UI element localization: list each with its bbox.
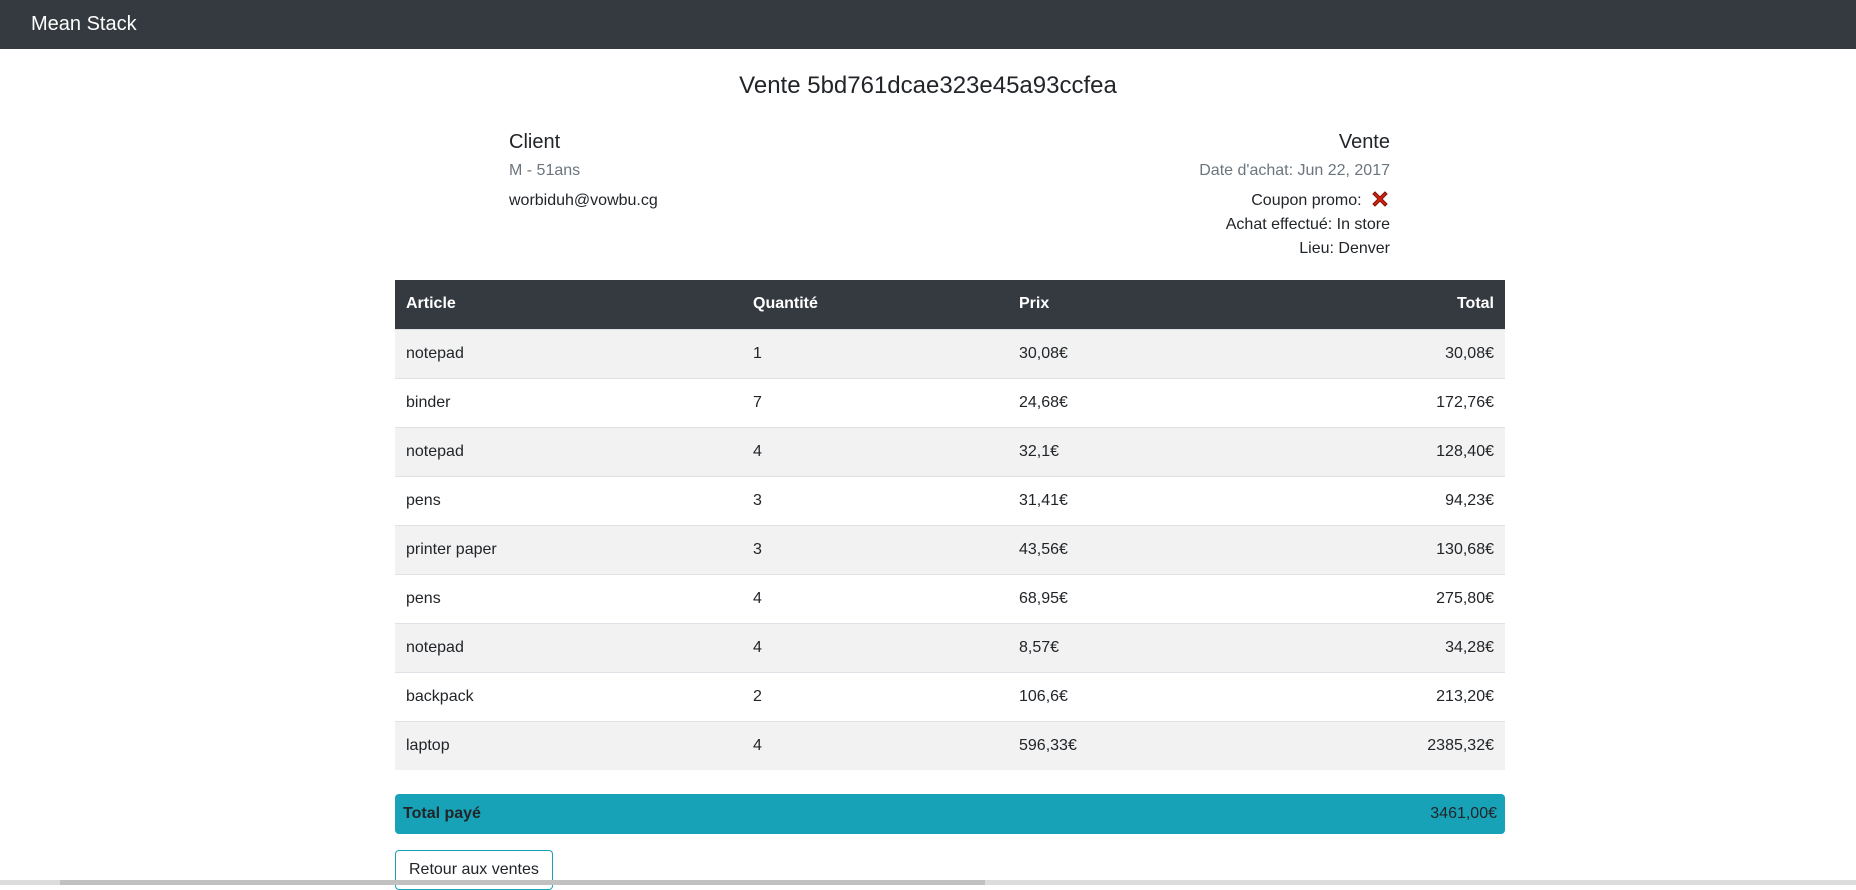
sale-info: Vente Date d'achat: Jun 22, 2017 Coupon … — [990, 130, 1390, 261]
cell-quantity: 2 — [742, 671, 1008, 721]
cell-price: 30,08€ — [1008, 328, 1258, 378]
cell-article: backpack — [395, 671, 742, 721]
cell-quantity: 4 — [742, 720, 1008, 770]
cell-price: 106,6€ — [1008, 671, 1258, 721]
table-row: pens 3 31,41€ 94,23€ — [395, 475, 1505, 525]
coupon-label: Coupon promo: — [1251, 192, 1362, 209]
sales-table: Article Quantité Prix Total notepad 1 30,0… — [395, 280, 1505, 770]
cell-article: notepad — [395, 622, 742, 672]
client-info: Client M - 51ans worbiduh@vowbu.cg — [509, 130, 909, 213]
total-paid-bar: Total payé 3461,00€ — [395, 794, 1505, 834]
table-row: printer paper 3 43,56€ 130,68€ — [395, 524, 1505, 574]
cell-article: printer paper — [395, 524, 742, 574]
header-price: Prix — [1008, 280, 1258, 329]
table-row: notepad 4 32,1€ 128,40€ — [395, 426, 1505, 476]
table-header-row: Article Quantité Prix Total — [395, 280, 1505, 329]
cell-quantity: 4 — [742, 622, 1008, 672]
brand-link[interactable]: Mean Stack — [31, 13, 137, 36]
cell-total: 128,40€ — [1258, 426, 1505, 476]
cell-price: 68,95€ — [1008, 573, 1258, 623]
purchase-location: Lieu: Denver — [1299, 240, 1390, 257]
cell-article: notepad — [395, 328, 742, 378]
cell-article: binder — [395, 377, 742, 427]
client-heading: Client — [509, 131, 561, 153]
client-subtitle: M - 51ans — [509, 162, 581, 179]
cell-quantity: 3 — [742, 475, 1008, 525]
total-paid-value: 3461,00€ — [1430, 805, 1497, 822]
cell-article: pens — [395, 573, 742, 623]
cell-total: 172,76€ — [1258, 377, 1505, 427]
cell-quantity: 4 — [742, 426, 1008, 476]
horizontal-scrollbar[interactable] — [0, 880, 1856, 885]
cell-total: 275,80€ — [1258, 573, 1505, 623]
table-row: notepad 1 30,08€ 30,08€ — [395, 328, 1505, 378]
table-row: laptop 4 596,33€ 2385,32€ — [395, 720, 1505, 770]
cell-article: notepad — [395, 426, 742, 476]
cell-quantity: 3 — [742, 524, 1008, 574]
cell-article: pens — [395, 475, 742, 525]
table-row: backpack 2 106,6€ 213,20€ — [395, 671, 1505, 721]
cell-total: 94,23€ — [1258, 475, 1505, 525]
cell-total: 34,28€ — [1258, 622, 1505, 672]
coupon-line: Coupon promo: — [990, 189, 1390, 213]
header-article: Article — [395, 280, 742, 329]
cell-price: 8,57€ — [1008, 622, 1258, 672]
table-row: pens 4 68,95€ 275,80€ — [395, 573, 1505, 623]
cell-total: 130,68€ — [1258, 524, 1505, 574]
cell-quantity: 1 — [742, 328, 1008, 378]
cross-mark-icon — [1372, 191, 1388, 207]
cell-price: 32,1€ — [1008, 426, 1258, 476]
cell-total: 30,08€ — [1258, 328, 1505, 378]
cell-quantity: 7 — [742, 377, 1008, 427]
cell-price: 43,56€ — [1008, 524, 1258, 574]
purchase-date: Date d'achat: Jun 22, 2017 — [1199, 162, 1390, 179]
total-paid-label: Total payé — [403, 805, 481, 822]
cell-price: 596,33€ — [1008, 720, 1258, 770]
cell-total: 213,20€ — [1258, 671, 1505, 721]
scrollbar-thumb[interactable] — [60, 880, 985, 885]
table-row: binder 7 24,68€ 172,76€ — [395, 377, 1505, 427]
cell-article: laptop — [395, 720, 742, 770]
cell-price: 24,68€ — [1008, 377, 1258, 427]
header-total: Total — [1258, 280, 1505, 329]
table-row: notepad 4 8,57€ 34,28€ — [395, 622, 1505, 672]
purchase-method: Achat effectué: In store — [1225, 216, 1390, 233]
cell-price: 31,41€ — [1008, 475, 1258, 525]
table-body: notepad 1 30,08€ 30,08€ binder 7 24,68€ 172,76€… — [395, 328, 1505, 770]
client-email: worbiduh@vowbu.cg — [509, 192, 658, 209]
cell-total: 2385,32€ — [1258, 720, 1505, 770]
cell-quantity: 4 — [742, 573, 1008, 623]
header-quantity: Quantité — [742, 280, 1008, 329]
sale-heading: Vente — [1338, 131, 1390, 153]
navbar: Mean Stack — [0, 0, 1856, 49]
page-title: Vente 5bd761dcae323e45a93ccfea — [739, 72, 1117, 99]
